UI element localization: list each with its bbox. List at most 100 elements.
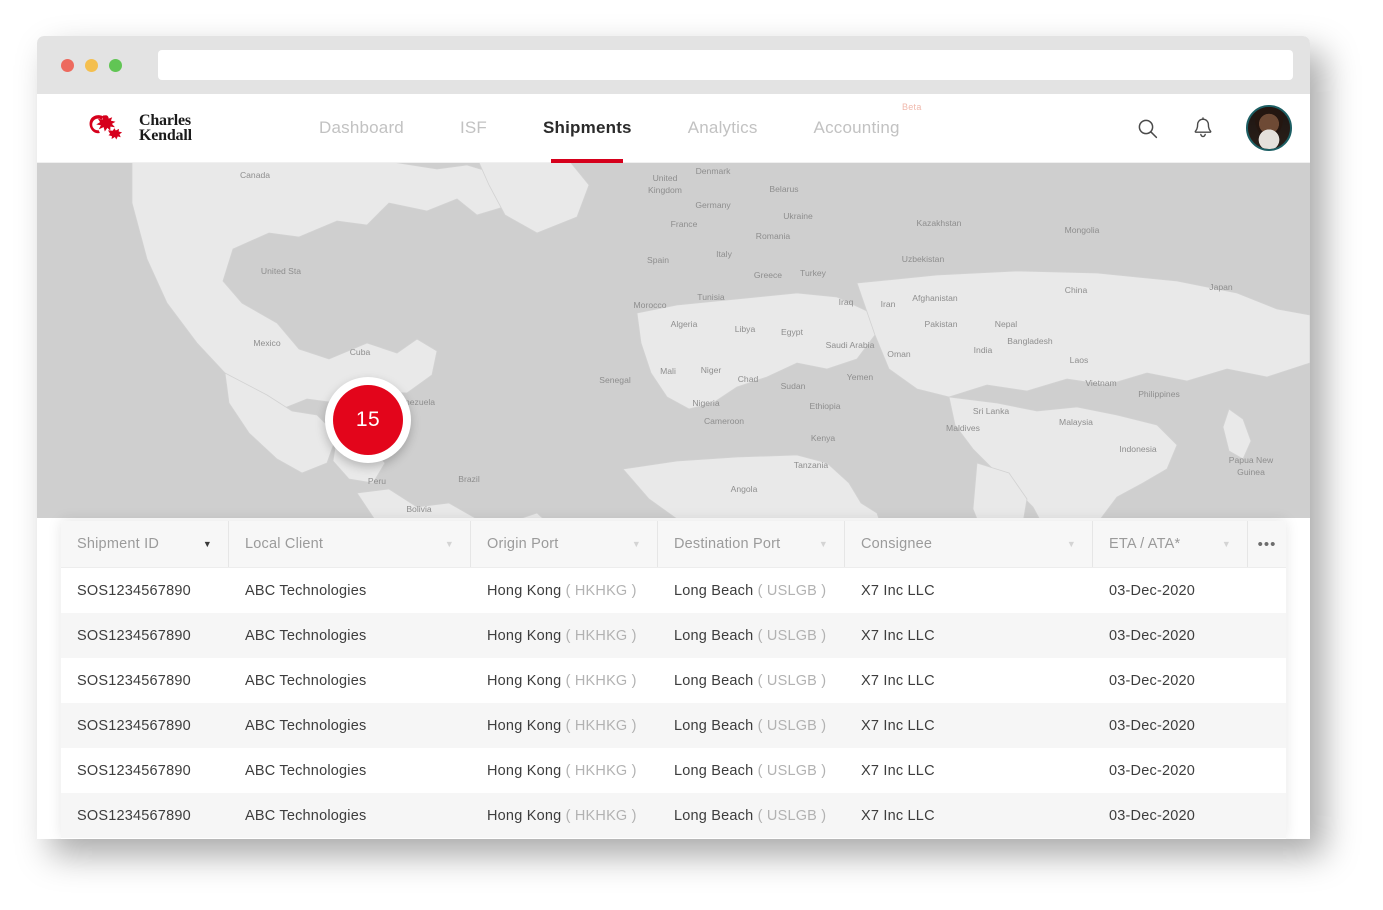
map-country-label: Libya [735, 324, 756, 334]
cell-eta-ata: 03-Dec-2020 [1109, 627, 1196, 644]
table-row[interactable]: SOS1234567890ABC TechnologiesHong Kong (… [61, 658, 1286, 703]
port-name: Hong Kong [487, 627, 562, 644]
address-bar[interactable] [158, 50, 1293, 80]
cell-local-client: ABC Technologies [245, 627, 367, 644]
table-row[interactable]: SOS1234567890ABC TechnologiesHong Kong (… [61, 793, 1286, 838]
map-country-label: Tunisia [697, 292, 725, 302]
map-country-label: Nepal [995, 319, 1018, 329]
port-code: ( USLGB ) [757, 582, 827, 599]
charles-kendall-lion-icon [89, 115, 123, 140]
search-icon[interactable] [1134, 115, 1160, 141]
map-country-label: Kazakhstan [917, 218, 962, 228]
column-header-eta-ata[interactable]: ETA / ATA* ▼ [1093, 521, 1248, 567]
map-country-label: Cameroon [704, 416, 744, 426]
column-header-origin-port[interactable]: Origin Port ▼ [471, 521, 658, 567]
port-name: Long Beach [674, 762, 754, 779]
map-country-label: Iraq [839, 297, 854, 307]
nav-item-dashboard[interactable]: Dashboard [291, 94, 432, 162]
map-country-label: Indonesia [1119, 444, 1156, 454]
map-country-label: Ukraine [783, 211, 813, 221]
close-window-button[interactable] [61, 58, 74, 72]
map-country-label: Yemen [847, 372, 874, 382]
nav-item-shipments[interactable]: Shipments [515, 94, 660, 162]
cell-local-client: ABC Technologies [245, 582, 367, 599]
cell-destination-port: Long Beach ( USLGB ) [658, 763, 845, 779]
map-country-label: Mexico [253, 338, 280, 348]
port-code: ( USLGB ) [757, 807, 827, 824]
cell-eta-ata: 03-Dec-2020 [1109, 717, 1196, 734]
map-country-label: Laos [1070, 355, 1089, 365]
map-country-label: Italy [716, 249, 732, 259]
column-label: Consignee [861, 536, 933, 552]
column-header-local-client[interactable]: Local Client ▼ [229, 521, 471, 567]
nav-actions [1134, 105, 1292, 151]
port-code: ( HKHKG ) [565, 807, 637, 824]
port-code: ( USLGB ) [757, 762, 827, 779]
cell-shipment-id: SOS1234567890 [77, 717, 191, 734]
map-cluster-count: 15 [333, 385, 403, 455]
port-name: Long Beach [674, 807, 754, 824]
minimize-window-button[interactable] [85, 58, 98, 72]
avatar[interactable] [1246, 105, 1292, 151]
nav-item-accounting[interactable]: Accounting Beta [786, 94, 928, 162]
primary-nav: Dashboard ISF Shipments Analytics Accoun… [291, 94, 928, 162]
column-header-consignee[interactable]: Consignee ▼ [845, 521, 1093, 567]
brand-logo[interactable]: Charles Kendall [89, 113, 239, 144]
table-row[interactable]: SOS1234567890ABC TechnologiesHong Kong (… [61, 568, 1286, 613]
column-label: Shipment ID [77, 536, 159, 552]
port-code: ( HKHKG ) [565, 717, 637, 734]
port-code: ( HKHKG ) [565, 672, 637, 689]
port-code: ( HKHKG ) [565, 627, 637, 644]
chevron-down-icon: ▼ [202, 539, 212, 549]
map-country-label: Sri Lanka [973, 406, 1010, 416]
map-country-label: Philippines [1138, 389, 1180, 399]
cell-destination-port: Long Beach ( USLGB ) [658, 628, 845, 644]
table-row[interactable]: SOS1234567890ABC TechnologiesHong Kong (… [61, 838, 1286, 839]
map-country-label: Cuba [350, 347, 371, 357]
cell-shipment-id: SOS1234567890 [77, 582, 191, 599]
column-header-destination-port[interactable]: Destination Port ▼ [658, 521, 845, 567]
cell-origin-port: Hong Kong ( HKHKG ) [471, 673, 658, 689]
zoom-window-button[interactable] [109, 58, 122, 72]
port-name: Hong Kong [487, 807, 562, 824]
map-country-label: Angola [731, 484, 758, 494]
cell-consignee: X7 Inc LLC [861, 807, 935, 824]
port-name: Long Beach [674, 672, 754, 689]
map-country-label: Guinea [1237, 467, 1265, 477]
port-name: Hong Kong [487, 762, 562, 779]
shipment-world-map[interactable]: CanadaUnited StaMexicoCubaVenezuelaColom… [37, 163, 1310, 518]
cell-consignee: X7 Inc LLC [861, 717, 935, 734]
map-cluster-marker[interactable]: 15 [325, 377, 411, 463]
column-options-icon[interactable]: ••• [1248, 521, 1286, 567]
table-body: SOS1234567890 ABC Technologies Hong Kong (… [61, 568, 1286, 839]
map-country-label: Afghanistan [912, 293, 958, 303]
map-country-label: Pakistan [925, 319, 958, 329]
column-label: ETA / ATA* [1109, 536, 1181, 552]
map-country-label: Chad [738, 374, 759, 384]
map-country-label: United Sta [261, 266, 301, 276]
table-row[interactable]: SOS1234567890 ABC Technologies Hong Kong (… [61, 613, 1286, 658]
chevron-down-icon: ▼ [631, 539, 641, 549]
port-code: ( HKHKG ) [565, 762, 637, 779]
map-country-label: Turkey [800, 268, 827, 278]
chevron-down-icon: ▼ [444, 539, 454, 549]
cell-shipment-id: SOS1234567890 [77, 807, 191, 824]
map-country-label: Canada [240, 170, 270, 180]
table-header-row: Shipment ID ▼ Local Client ▼ Origin Port… [61, 521, 1286, 568]
map-country-label: Algeria [671, 319, 698, 329]
browser-window: Charles Kendall Dashboard ISF Shipments … [37, 36, 1310, 839]
table-row[interactable]: SOS1234567890ABC TechnologiesHong Kong (… [61, 748, 1286, 793]
cell-eta-ata: 03-Dec-2020 [1109, 582, 1196, 599]
table-row[interactable]: SOS1234567890ABC TechnologiesHong Kong (… [61, 703, 1286, 748]
nav-item-isf[interactable]: ISF [432, 94, 515, 162]
nav-item-analytics[interactable]: Analytics [660, 94, 786, 162]
map-country-label: Tanzania [794, 460, 829, 470]
cell-shipment-id: SOS1234567890 [77, 627, 191, 644]
column-header-shipment-id[interactable]: Shipment ID ▼ [61, 521, 229, 567]
map-country-label: United [653, 173, 678, 183]
cell-eta-ata: 03-Dec-2020 [1109, 672, 1196, 689]
map-country-label: Bangladesh [1007, 336, 1053, 346]
cell-local-client: ABC Technologies [245, 762, 367, 779]
bell-icon[interactable] [1190, 115, 1216, 141]
cell-origin-port: Hong Kong ( HKHKG ) [471, 763, 658, 779]
